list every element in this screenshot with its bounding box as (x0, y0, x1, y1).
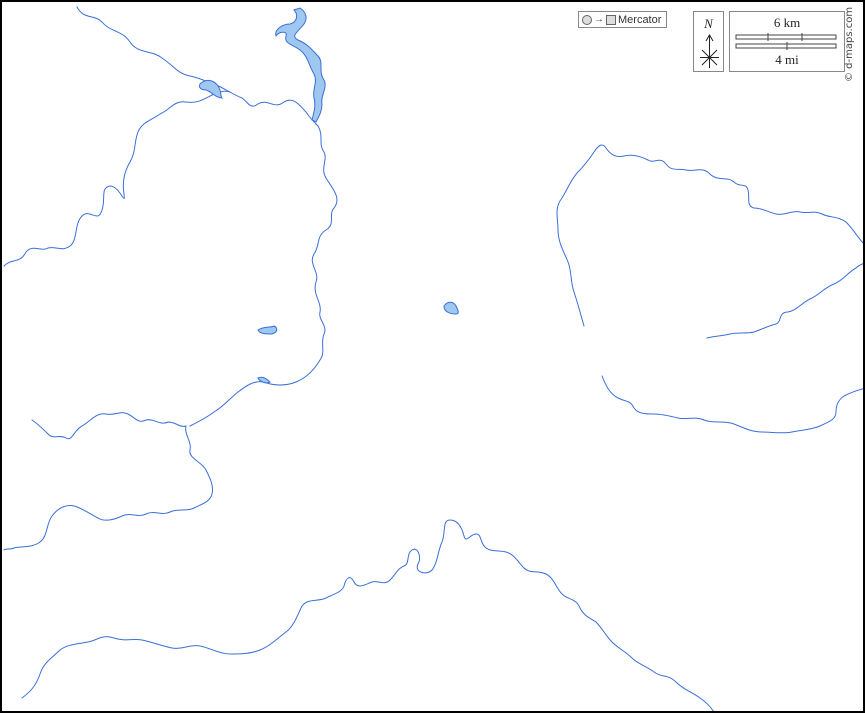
river-north-wide (275, 7, 326, 123)
river-northeast (556, 144, 863, 327)
river-east-middle (706, 263, 863, 339)
square-icon (606, 14, 616, 25)
compass-rose-icon (700, 34, 719, 68)
arrow-right-icon: → (594, 14, 604, 25)
river-northwest-upper (76, 6, 319, 127)
lake-central (443, 301, 459, 315)
projection-badge: → Mercator (578, 11, 668, 28)
river-northwest-lower (3, 90, 231, 267)
lake-west-central (257, 325, 278, 335)
river-west-branch (31, 412, 187, 440)
river-east-south (601, 375, 863, 434)
scale-mi-label: 4 mi (775, 52, 799, 67)
projection-name: Mercator (618, 13, 662, 26)
map-frame: → Mercator N 6 km 4 mi © d-maps.com (0, 0, 865, 713)
river-southwest (3, 425, 213, 551)
map-canvas[interactable] (2, 2, 865, 713)
circle-icon (582, 14, 592, 25)
map-credit: © d-maps.com (844, 6, 855, 82)
river-south (21, 519, 714, 711)
north-indicator: N (693, 11, 724, 72)
scale-bar: 6 km 4 mi (729, 11, 845, 72)
